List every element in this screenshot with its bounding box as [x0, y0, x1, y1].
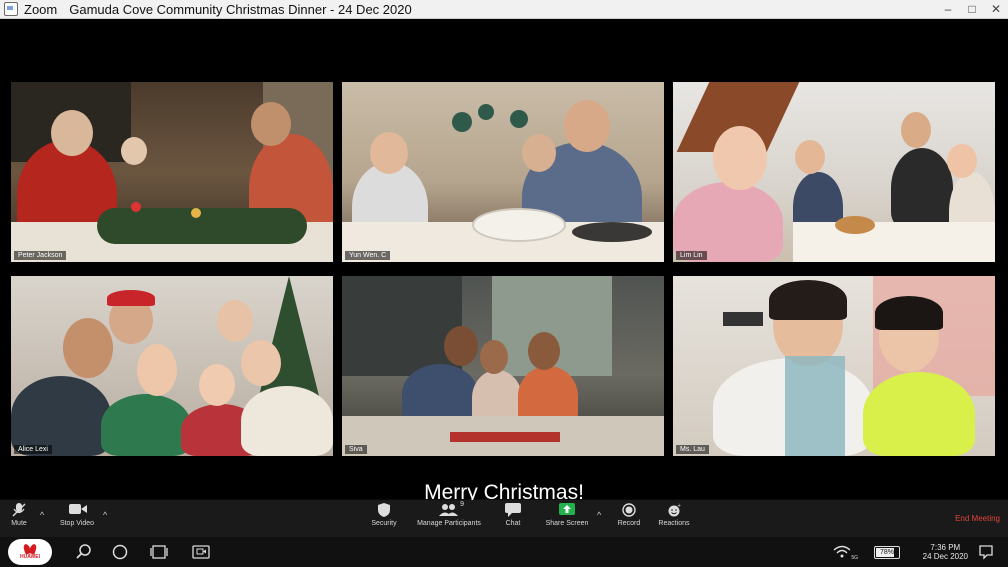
record-label: Record — [617, 520, 641, 527]
maximize-button[interactable]: □ — [966, 2, 978, 16]
share-screen-icon — [559, 503, 575, 517]
video-tile-yun-wen[interactable]: Yun Wen. C — [342, 82, 664, 262]
participant-name: Peter Jackson — [14, 251, 67, 260]
clock-time: 7:36 PM — [930, 543, 961, 552]
reactions-button[interactable]: + Reactions — [656, 503, 692, 527]
chat-label: Chat — [505, 520, 521, 527]
participant-name: Ms. Lau — [676, 445, 709, 454]
svg-text:+: + — [677, 503, 681, 509]
shield-icon — [376, 503, 392, 517]
battery-indicator[interactable]: 78% — [874, 546, 900, 559]
clock-date: 24 Dec 2020 — [922, 552, 968, 561]
network-label: 5G — [851, 555, 858, 561]
taskbar: HUAWEI 5G 78% 7:36 PM 24 Dec 2020 — [0, 537, 1008, 567]
mute-button[interactable]: Mute — [6, 503, 32, 527]
chevron-up-icon[interactable]: ^ — [597, 510, 601, 520]
window-title: Gamuda Cove Community Christmas Dinner -… — [69, 1, 412, 17]
app-name: Zoom — [24, 1, 58, 17]
video-app-icon[interactable] — [192, 544, 210, 560]
video-feed — [11, 276, 333, 456]
stop-video-button[interactable]: Stop Video — [56, 503, 98, 527]
wifi-5g-icon[interactable]: 5G — [832, 544, 858, 561]
cortana-circle-icon[interactable] — [112, 544, 128, 560]
video-tile-lim-lin[interactable]: Lim Lin — [673, 82, 995, 262]
participant-name: Yun Wen. C — [345, 251, 391, 260]
security-label: Security — [371, 520, 397, 527]
security-button[interactable]: Security — [368, 503, 400, 527]
chevron-up-icon[interactable]: ^ — [40, 510, 44, 520]
chat-bubble-icon — [505, 503, 521, 517]
video-gallery: Peter Jackson Yun Wen. C Lim Lin Alice L… — [0, 19, 1008, 504]
video-tile-peter-jackson[interactable]: Peter Jackson — [11, 82, 333, 262]
participant-name: Alice Lexi — [14, 445, 52, 454]
end-meeting-button[interactable]: End Meeting — [955, 514, 1000, 523]
video-tile-siva[interactable]: Siva — [342, 276, 664, 456]
share-screen-button[interactable]: Share Screen — [542, 503, 592, 527]
zoom-app-icon — [4, 2, 18, 16]
mute-label: Mute — [11, 520, 27, 527]
video-tile-ms-lau[interactable]: Ms. Lau — [673, 276, 995, 456]
participant-name: Lim Lin — [676, 251, 707, 260]
task-view-icon[interactable] — [150, 544, 168, 560]
minimize-button[interactable]: – — [942, 2, 954, 16]
chat-button[interactable]: Chat — [502, 503, 524, 527]
meeting-toolbar: Mute ^ Stop Video ^ Security 9 Manage Pa… — [0, 500, 1008, 537]
huawei-petal-icon — [23, 544, 37, 554]
participants-count: 9 — [460, 501, 464, 508]
search-icon[interactable] — [76, 544, 92, 560]
record-button[interactable]: Record — [614, 503, 644, 527]
window-controls: – □ ✕ — [942, 0, 1002, 18]
share-screen-label: Share Screen — [545, 520, 589, 527]
participant-name: Siva — [345, 445, 367, 454]
video-tile-alice-lexi[interactable]: Alice Lexi — [11, 276, 333, 456]
chevron-up-icon[interactable]: ^ — [103, 510, 107, 520]
notifications-icon[interactable] — [978, 544, 994, 560]
video-feed — [673, 276, 995, 456]
video-camera-icon — [69, 503, 87, 517]
record-icon — [621, 503, 637, 517]
video-feed — [11, 82, 333, 262]
close-button[interactable]: ✕ — [990, 2, 1002, 16]
participants-icon: 9 — [436, 501, 464, 517]
reactions-label: Reactions — [658, 520, 690, 527]
manage-participants-label: Manage Participants — [417, 520, 481, 527]
microphone-muted-icon — [11, 503, 27, 517]
stop-video-label: Stop Video — [59, 520, 95, 527]
system-clock[interactable]: 7:36 PM 24 Dec 2020 — [923, 543, 968, 561]
manage-participants-button[interactable]: 9 Manage Participants — [412, 501, 486, 527]
huawei-logo[interactable]: HUAWEI — [8, 539, 52, 565]
video-feed — [342, 276, 664, 456]
video-feed — [673, 82, 995, 262]
smiley-plus-icon: + — [666, 503, 682, 517]
window-title-bar: Zoom Gamuda Cove Community Christmas Din… — [0, 0, 1008, 19]
huawei-logo-text: HUAWEI — [20, 554, 40, 560]
video-feed — [342, 82, 664, 262]
battery-percent: 78% — [879, 549, 894, 556]
